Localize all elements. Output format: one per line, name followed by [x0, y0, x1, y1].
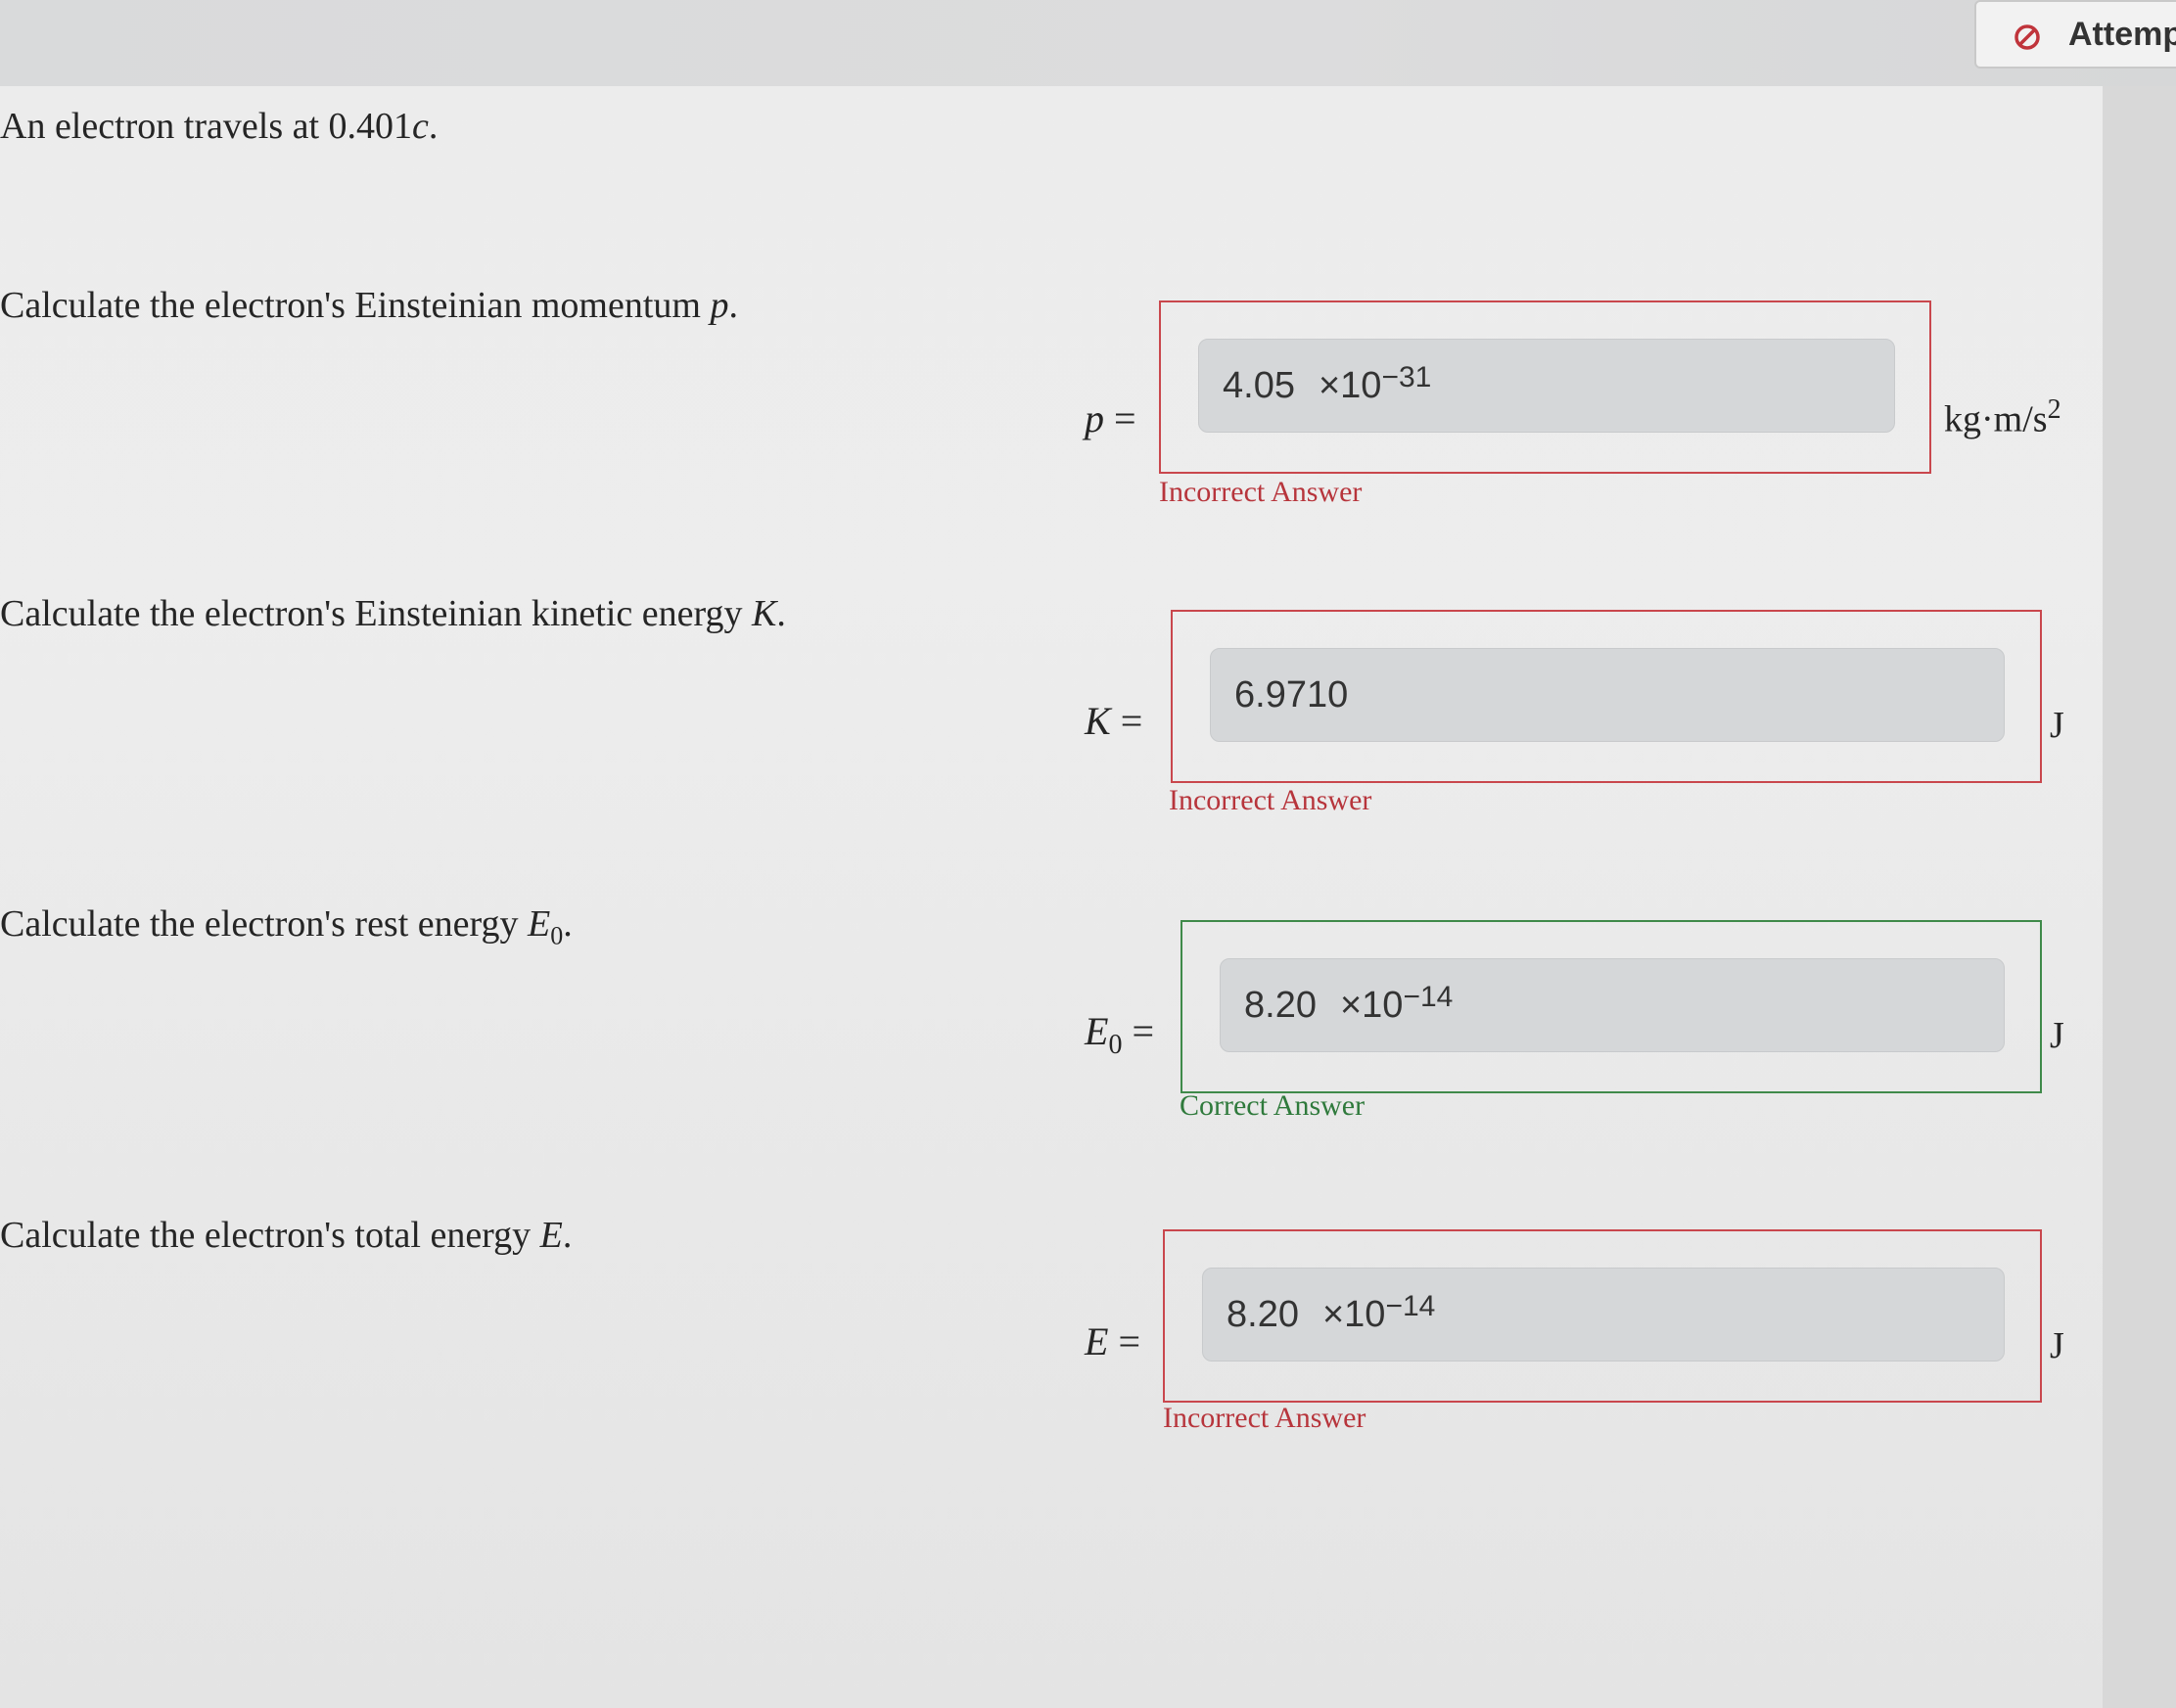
- prompt-suffix: .: [728, 285, 738, 326]
- answer-label-kinetic-energy: K =: [1085, 698, 1142, 744]
- prompt-var: K: [751, 593, 777, 634]
- prompt-text: Calculate the electron's total energy: [0, 1215, 540, 1256]
- question-prompt-rest-energy: Calculate the electron's rest energy E0.: [0, 902, 573, 951]
- answer-times: ×10: [1321, 1293, 1386, 1335]
- label-var: E: [1085, 1009, 1109, 1053]
- answer-box-rest-energy: 8.20 ×10 −14: [1181, 920, 2042, 1093]
- answer-box-kinetic-energy: 6.9710: [1171, 610, 2042, 783]
- answer-exponent: −31: [1381, 361, 1432, 393]
- unit-rest-energy: J: [2050, 1014, 2064, 1057]
- answer-mantissa: 4.05: [1223, 364, 1295, 406]
- unit-superscript: 2: [2047, 394, 2061, 425]
- answer-box-momentum: 4.05 ×10 −31: [1159, 300, 1931, 474]
- attempt-label: Attemp: [2068, 15, 2176, 53]
- answer-label-total-energy: E =: [1085, 1318, 1140, 1364]
- answer-mantissa: 8.20: [1244, 984, 1317, 1026]
- label-equals: =: [1110, 699, 1143, 743]
- feedback-rest-energy: Correct Answer: [1180, 1089, 1366, 1122]
- prompt-text: Calculate the electron's Einsteinian mom…: [0, 285, 711, 326]
- question-prompt-kinetic-energy: Calculate the electron's Einsteinian kin…: [0, 592, 786, 635]
- prompt-var: E: [539, 1215, 563, 1256]
- answer-input-rest-energy[interactable]: 8.20 ×10 −14: [1220, 958, 2005, 1052]
- question-prompt-momentum: Calculate the electron's Einsteinian mom…: [0, 284, 738, 327]
- answer-exponent: −14: [1385, 1290, 1436, 1322]
- problem-statement-text: An electron travels at 0.401: [0, 106, 413, 147]
- answer-mantissa: 8.20: [1227, 1293, 1299, 1335]
- label-var: E: [1085, 1319, 1109, 1363]
- label-var: K: [1085, 699, 1111, 743]
- label-var: p: [1085, 396, 1104, 440]
- unit-text: J: [2050, 705, 2064, 746]
- unit-total-energy: J: [2050, 1324, 2064, 1367]
- unit-text: J: [2050, 1325, 2064, 1366]
- answer-exponent: −14: [1403, 981, 1454, 1013]
- answer-input-total-energy[interactable]: 8.20 ×10 −14: [1202, 1268, 2005, 1362]
- answer-mantissa: 6.9710: [1234, 673, 1349, 716]
- prompt-suffix: .: [563, 903, 573, 945]
- unit-kinetic-energy: J: [2050, 704, 2064, 747]
- prompt-var: p: [710, 285, 729, 326]
- answer-input-momentum[interactable]: 4.05 ×10 −31: [1198, 339, 1895, 433]
- question-prompt-total-energy: Calculate the electron's total energy E.: [0, 1214, 572, 1257]
- answer-times: ×10: [1318, 364, 1382, 406]
- problem-statement-suffix: .: [428, 106, 439, 147]
- attempt-status-button[interactable]: Attemp: [1974, 0, 2176, 69]
- answer-times: ×10: [1339, 984, 1404, 1026]
- answer-box-total-energy: 8.20 ×10 −14: [1163, 1229, 2042, 1403]
- answer-label-momentum: p =: [1085, 395, 1136, 441]
- feedback-momentum: Incorrect Answer: [1159, 476, 1363, 508]
- prompt-suffix: .: [562, 1215, 573, 1256]
- feedback-total-energy: Incorrect Answer: [1163, 1402, 1366, 1434]
- answer-input-kinetic-energy[interactable]: 6.9710: [1210, 648, 2005, 742]
- prompt-text: Calculate the electron's rest energy: [0, 903, 528, 945]
- unit-text: kg·m/s: [1944, 398, 2048, 440]
- label-equals: =: [1104, 396, 1136, 440]
- prompt-subscript: 0: [550, 921, 564, 950]
- label-equals: =: [1108, 1319, 1140, 1363]
- unit-text: J: [2050, 1015, 2064, 1056]
- label-subscript: 0: [1108, 1030, 1123, 1060]
- problem-statement: An electron travels at 0.401c.: [0, 105, 438, 148]
- prompt-text: Calculate the electron's Einsteinian kin…: [0, 593, 752, 634]
- label-equals: =: [1122, 1009, 1154, 1053]
- feedback-kinetic-energy: Incorrect Answer: [1169, 784, 1372, 816]
- top-bar: [0, 0, 2176, 86]
- right-margin-strip: [2103, 86, 2176, 1708]
- prohibited-icon: [2014, 24, 2040, 50]
- unit-momentum: kg·m/s2: [1944, 394, 2061, 441]
- prompt-var: E: [527, 903, 551, 945]
- answer-label-rest-energy: E0 =: [1085, 1008, 1154, 1061]
- problem-statement-var: c: [412, 106, 429, 147]
- prompt-suffix: .: [776, 593, 786, 634]
